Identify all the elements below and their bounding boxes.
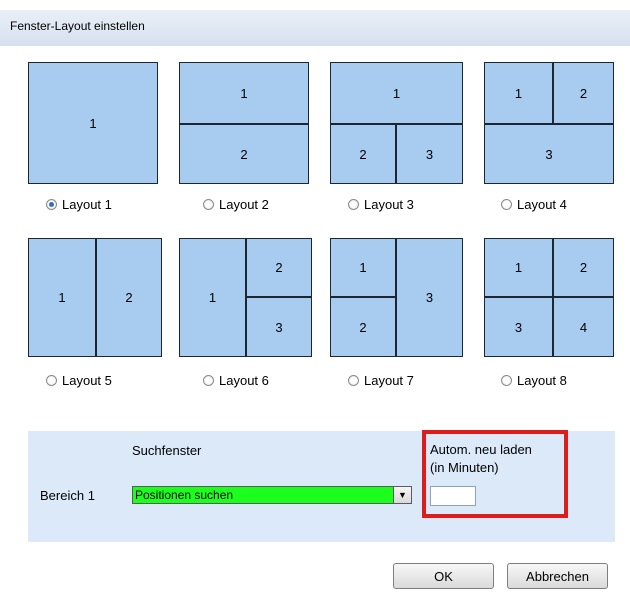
area-select-value: Positionen suchen: [135, 488, 234, 502]
layout6-option[interactable]: Layout 6: [203, 373, 269, 388]
layout3-option[interactable]: Layout 3: [348, 197, 414, 212]
layout3-label: Layout 3: [364, 197, 414, 212]
auto-reload-unit-label: (in Minuten): [430, 460, 499, 475]
layout4-pane-3[interactable]: 3: [484, 124, 614, 184]
layout2-pane-2[interactable]: 2: [179, 124, 309, 184]
layout4-label: Layout 4: [517, 197, 567, 212]
dialog-title: Fenster-Layout einstellen: [10, 19, 145, 33]
layout8-option[interactable]: Layout 8: [501, 373, 567, 388]
radio-icon[interactable]: [501, 375, 512, 386]
layout6-label: Layout 6: [219, 373, 269, 388]
layout5-pane-1[interactable]: 1: [28, 238, 96, 357]
layout3-pane-2[interactable]: 2: [330, 124, 396, 184]
radio-icon[interactable]: [348, 375, 359, 386]
layout7-label: Layout 7: [364, 373, 414, 388]
auto-reload-input[interactable]: [430, 486, 476, 506]
radio-icon[interactable]: [348, 199, 359, 210]
layout7-pane-2[interactable]: 2: [330, 297, 396, 357]
layout6-pane-1[interactable]: 1: [179, 238, 246, 357]
radio-selected-icon[interactable]: [46, 199, 57, 210]
layout4-pane-1[interactable]: 1: [484, 62, 553, 124]
layout-dialog: Fenster-Layout einstellen 1 1 2 1 2 3 1 …: [0, 0, 630, 614]
radio-icon[interactable]: [203, 375, 214, 386]
layout6-pane-2[interactable]: 2: [246, 238, 312, 297]
layout8-label: Layout 8: [517, 373, 567, 388]
ok-button[interactable]: OK: [393, 563, 494, 589]
layout1-label: Layout 1: [62, 197, 112, 212]
layout1-option[interactable]: Layout 1: [46, 197, 112, 212]
layout8-pane-4[interactable]: 4: [553, 297, 614, 357]
layout3-pane-3[interactable]: 3: [396, 124, 463, 184]
layout8-pane-3[interactable]: 3: [484, 297, 553, 357]
search-window-header: Suchfenster: [132, 443, 202, 458]
layout7-pane-1[interactable]: 1: [330, 238, 396, 297]
layout4-pane-2[interactable]: 2: [553, 62, 614, 124]
layout6-pane-3[interactable]: 3: [246, 297, 312, 357]
layout5-option[interactable]: Layout 5: [46, 373, 112, 388]
area-select[interactable]: Positionen suchen ▼: [132, 486, 412, 504]
layout7-pane-3[interactable]: 3: [396, 238, 463, 357]
layout8-pane-2[interactable]: 2: [553, 238, 614, 297]
layout2-option[interactable]: Layout 2: [203, 197, 269, 212]
layout2-label: Layout 2: [219, 197, 269, 212]
layout7-option[interactable]: Layout 7: [348, 373, 414, 388]
layout3-pane-1[interactable]: 1: [330, 62, 463, 124]
cancel-button[interactable]: Abbrechen: [507, 563, 608, 589]
layout5-pane-2[interactable]: 2: [96, 238, 162, 357]
auto-reload-label: Autom. neu laden: [430, 442, 532, 457]
layout5-label: Layout 5: [62, 373, 112, 388]
area-label: Bereich 1: [40, 488, 95, 503]
layout2-pane-1[interactable]: 1: [179, 62, 309, 124]
layout4-option[interactable]: Layout 4: [501, 197, 567, 212]
radio-icon[interactable]: [203, 199, 214, 210]
dropdown-arrow-icon[interactable]: ▼: [393, 487, 411, 503]
radio-icon[interactable]: [46, 375, 57, 386]
radio-icon[interactable]: [501, 199, 512, 210]
layout1-pane-1[interactable]: 1: [28, 62, 158, 184]
layout8-pane-1[interactable]: 1: [484, 238, 553, 297]
